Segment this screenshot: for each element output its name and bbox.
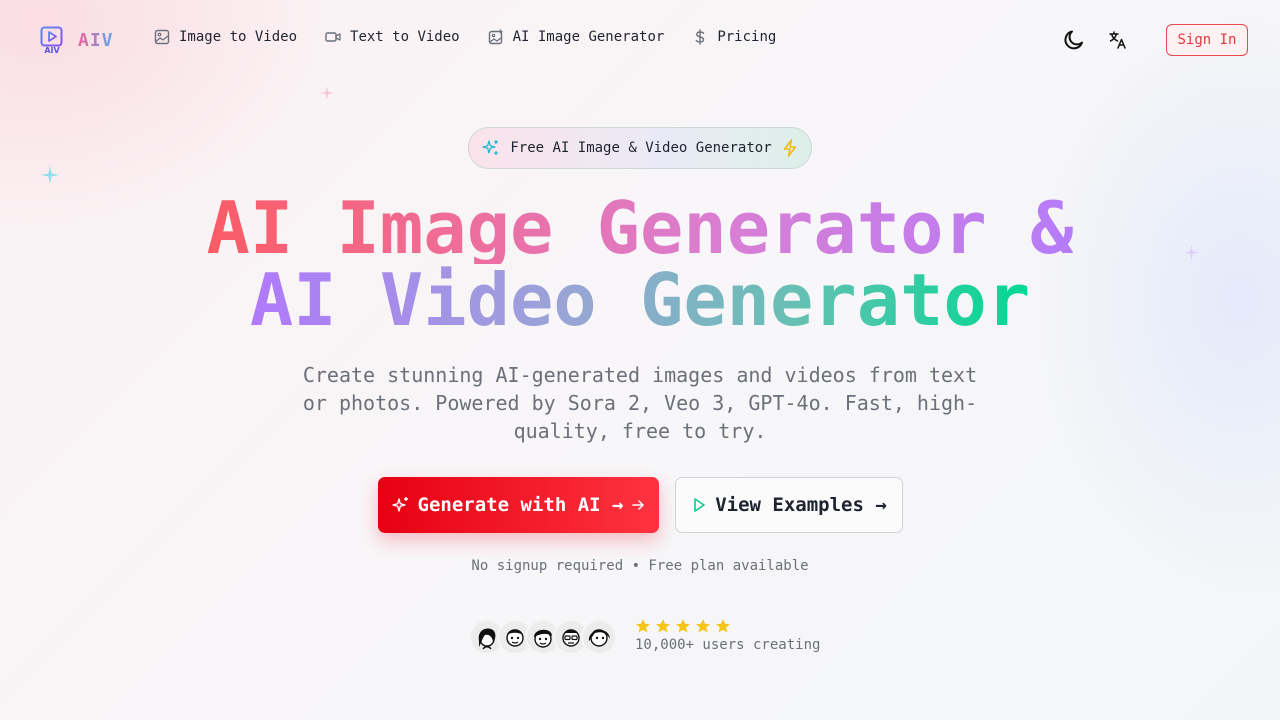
play-icon bbox=[694, 498, 706, 512]
sparkle-decoration-icon bbox=[41, 166, 59, 184]
star-icon bbox=[636, 619, 650, 633]
image-icon bbox=[154, 29, 170, 45]
headline-line-1: AI Image Generator & bbox=[206, 186, 1074, 270]
view-examples-label: View Examples → bbox=[715, 494, 887, 516]
star-icon bbox=[676, 619, 690, 633]
star-icon bbox=[656, 619, 670, 633]
sign-in-button[interactable]: Sign In bbox=[1166, 24, 1248, 56]
brand-name[interactable]: AIV bbox=[78, 30, 114, 51]
star-rating bbox=[635, 618, 820, 636]
view-examples-button[interactable]: View Examples → bbox=[675, 477, 903, 533]
users-count: 10,000+ users creating bbox=[635, 637, 821, 653]
translate-icon bbox=[1109, 31, 1126, 49]
hero-badge: Free AI Image & Video Generator bbox=[468, 127, 812, 169]
signup-note: No signup required • Free plan available bbox=[471, 558, 809, 574]
moon-icon bbox=[1064, 30, 1083, 50]
nav-image-to-video-label: Image to Video bbox=[179, 29, 298, 45]
sparkles-icon bbox=[391, 497, 408, 512]
headline-line-2: AI Video Generator bbox=[249, 258, 1031, 342]
star-icon bbox=[696, 619, 710, 633]
hero-badge-text: Free AI Image & Video Generator bbox=[510, 140, 772, 156]
image-sparkle-icon bbox=[488, 29, 503, 45]
nav-ai-image-generator-label: AI Image Generator bbox=[512, 29, 665, 45]
video-camera-icon bbox=[325, 32, 341, 42]
nav-pricing[interactable]: Pricing bbox=[692, 29, 776, 45]
hero-headline: AI Image Generator & AI Video Generator bbox=[0, 192, 1280, 336]
nav-text-to-video[interactable]: Text to Video bbox=[325, 29, 460, 45]
arrow-right-icon bbox=[632, 500, 645, 510]
theme-toggle-button[interactable] bbox=[1062, 28, 1086, 52]
nav-image-to-video[interactable]: Image to Video bbox=[154, 29, 297, 45]
logo-mark-icon: AIV bbox=[40, 26, 64, 55]
dollar-icon bbox=[695, 29, 705, 45]
generate-with-ai-label: Generate with AI → bbox=[417, 494, 624, 516]
brand-logo[interactable]: AIV AIV bbox=[40, 26, 114, 55]
generate-with-ai-button[interactable]: Generate with AI → bbox=[378, 477, 659, 533]
sparkles-icon bbox=[482, 140, 499, 155]
main-menu: Image to Video Text to Video AI Image Ge… bbox=[154, 29, 776, 45]
avatar bbox=[581, 619, 617, 655]
language-button[interactable] bbox=[1108, 30, 1128, 50]
nav-pricing-label: Pricing bbox=[717, 29, 777, 45]
rating-block: 10,000+ users creating bbox=[635, 618, 820, 653]
sparkle-decoration-icon bbox=[320, 86, 334, 100]
logo-mark-label: AIV bbox=[44, 46, 60, 54]
nav-text-to-video-label: Text to Video bbox=[350, 29, 460, 45]
top-navigation: AIV AIV Image to Video Text to Video AI … bbox=[0, 0, 1280, 80]
star-icon bbox=[716, 619, 730, 633]
nav-ai-image-generator[interactable]: AI Image Generator bbox=[488, 29, 665, 45]
hero-subtitle: Create stunning AI-generated images and … bbox=[302, 363, 978, 443]
lightning-icon bbox=[783, 139, 796, 157]
